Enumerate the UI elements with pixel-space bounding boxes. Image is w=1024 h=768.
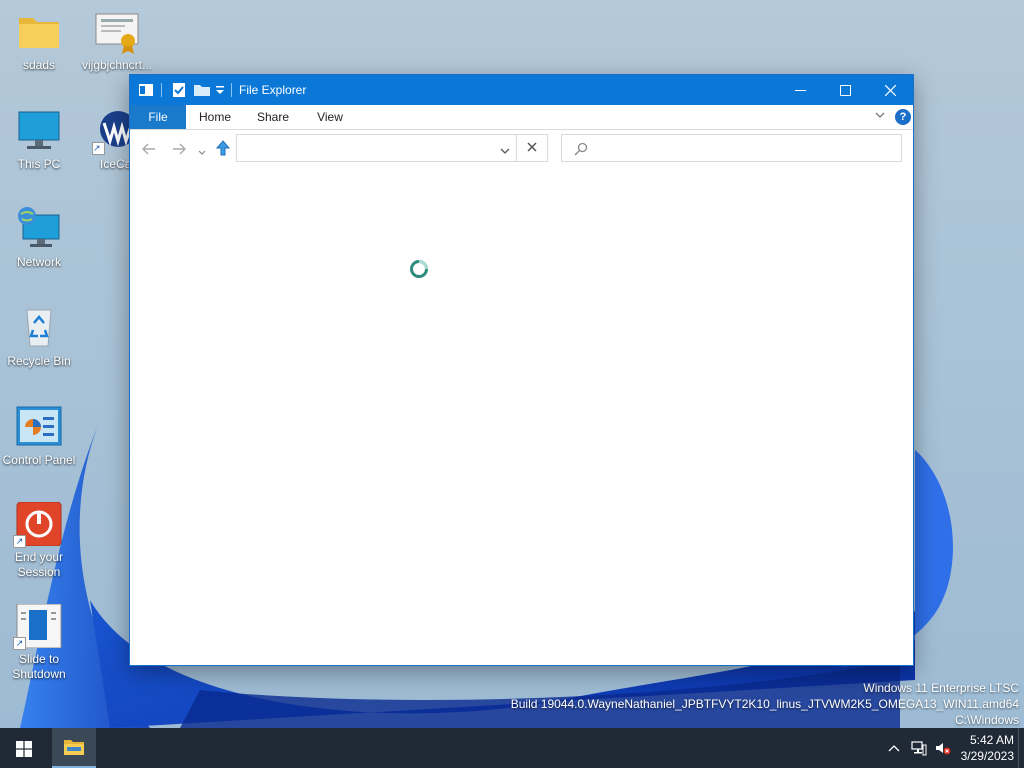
maximize-button[interactable] — [822, 75, 868, 105]
tab-share[interactable]: Share — [248, 105, 298, 129]
desktop-icon-label: Recycle Bin — [7, 354, 71, 368]
desktop-icon-label: End your Session — [14, 550, 64, 579]
loading-spinner-icon — [409, 259, 429, 282]
tab-file[interactable]: File — [130, 105, 186, 129]
show-desktop-button[interactable] — [1018, 728, 1024, 768]
watermark-path: C:\Windows — [954, 713, 1019, 727]
desktop-icon-sdads[interactable]: sdads — [0, 10, 78, 73]
navigation-bar — [130, 130, 913, 170]
desktop-icon-label: sdads — [22, 58, 56, 72]
clock-time: 5:42 AM — [969, 733, 1014, 747]
minimize-icon — [794, 90, 806, 92]
minimize-button[interactable] — [777, 75, 823, 105]
explorer-window-icon[interactable] — [138, 82, 154, 101]
recent-locations-icon[interactable] — [198, 145, 206, 159]
close-icon — [884, 84, 896, 97]
desktop-icon-this-pc[interactable]: This PC — [0, 109, 78, 172]
control-panel-icon — [15, 405, 63, 449]
desktop-icon-control-panel[interactable]: Control Panel — [0, 405, 78, 468]
desktop-icon-label: This PC — [17, 157, 61, 171]
taskbar-clock[interactable]: 5:42 AM 3/29/2023 — [961, 732, 1014, 764]
shortcut-arrow-icon: ↗ — [92, 142, 105, 155]
address-clear-button[interactable] — [517, 134, 548, 162]
window-title: File Explorer — [239, 83, 307, 97]
desktop-icon-label: Control Panel — [2, 453, 76, 467]
window-titlebar[interactable]: File Explorer — [130, 75, 913, 105]
desktop-icon-end-session[interactable]: ↗ End your Session — [0, 502, 78, 580]
start-button[interactable] — [0, 728, 48, 768]
desktop-icon-label: Network — [16, 255, 61, 269]
windows-build-watermark: Windows 11 Enterprise LTSC Build 19044.0… — [511, 680, 1019, 728]
watermark-edition: Windows 11 Enterprise LTSC — [863, 681, 1019, 695]
icecast-icon: ↗ — [92, 109, 130, 155]
search-input[interactable] — [561, 134, 902, 162]
tab-view[interactable]: View — [305, 105, 355, 129]
power-icon: ↗ — [13, 502, 63, 548]
help-icon[interactable]: ? — [895, 109, 911, 125]
file-explorer-window: File Explorer File Home Share View ? — [129, 74, 914, 666]
recycle-bin-icon — [15, 306, 63, 350]
desktop-icon-label: IceCa — [100, 157, 130, 171]
new-folder-icon[interactable] — [193, 82, 211, 101]
ribbon-expand-chevron-icon[interactable] — [874, 109, 886, 124]
shortcut-arrow-icon: ↗ — [13, 535, 26, 548]
maximize-icon — [839, 85, 851, 97]
address-dropdown-chevron-icon[interactable] — [500, 144, 510, 158]
back-arrow-icon[interactable] — [142, 143, 156, 158]
certificate-icon — [93, 10, 141, 54]
network-monitor-icon — [15, 207, 63, 251]
tab-home[interactable]: Home — [190, 105, 240, 129]
clear-x-icon — [527, 142, 537, 152]
titlebar-separator — [161, 83, 162, 97]
slide-shutdown-icon: ↗ — [13, 604, 63, 650]
monitor-icon — [15, 109, 63, 153]
taskbar: 5:42 AM 3/29/2023 — [0, 728, 1024, 768]
watermark-build: Build 19044.0.WayneNathaniel_JPBTFVYT2K1… — [510, 697, 1019, 711]
desktop-icon-icecast[interactable]: ↗ IceCa — [78, 109, 130, 172]
chevron-up-icon[interactable] — [888, 742, 900, 756]
titlebar-separator — [231, 83, 232, 97]
volume-muted-icon[interactable] — [935, 740, 951, 759]
desktop-icon-label: Slide to Shutdown — [12, 652, 66, 681]
file-explorer-icon — [64, 740, 84, 755]
taskbar-file-explorer-button[interactable] — [52, 728, 96, 768]
desktop-icon-recycle-bin[interactable]: Recycle Bin — [0, 306, 78, 369]
ribbon-tab-bar: File Home Share View ? — [130, 105, 913, 130]
shortcut-arrow-icon: ↗ — [13, 637, 26, 650]
properties-check-icon[interactable] — [172, 82, 186, 101]
address-bar[interactable] — [236, 134, 517, 162]
customize-qa-dropdown-icon[interactable] — [215, 84, 225, 99]
file-list-area[interactable] — [130, 171, 913, 665]
folder-icon — [15, 10, 63, 54]
clock-date: 3/29/2023 — [960, 749, 1014, 763]
desktop-icon-certificate[interactable]: vijgbjchncrt... — [78, 10, 156, 73]
desktop-icon-slide-shutdown[interactable]: ↗ Slide to Shutdown — [0, 604, 78, 682]
network-icon[interactable] — [911, 740, 927, 759]
desktop-icon-network[interactable]: Network — [0, 207, 78, 270]
up-arrow-icon[interactable] — [215, 140, 231, 159]
search-icon — [574, 142, 588, 159]
forward-arrow-icon[interactable] — [172, 143, 186, 158]
close-button[interactable] — [867, 75, 913, 105]
desktop-icon-label: vijgbjchncrt... — [81, 58, 153, 72]
windows-logo-icon — [16, 741, 32, 757]
